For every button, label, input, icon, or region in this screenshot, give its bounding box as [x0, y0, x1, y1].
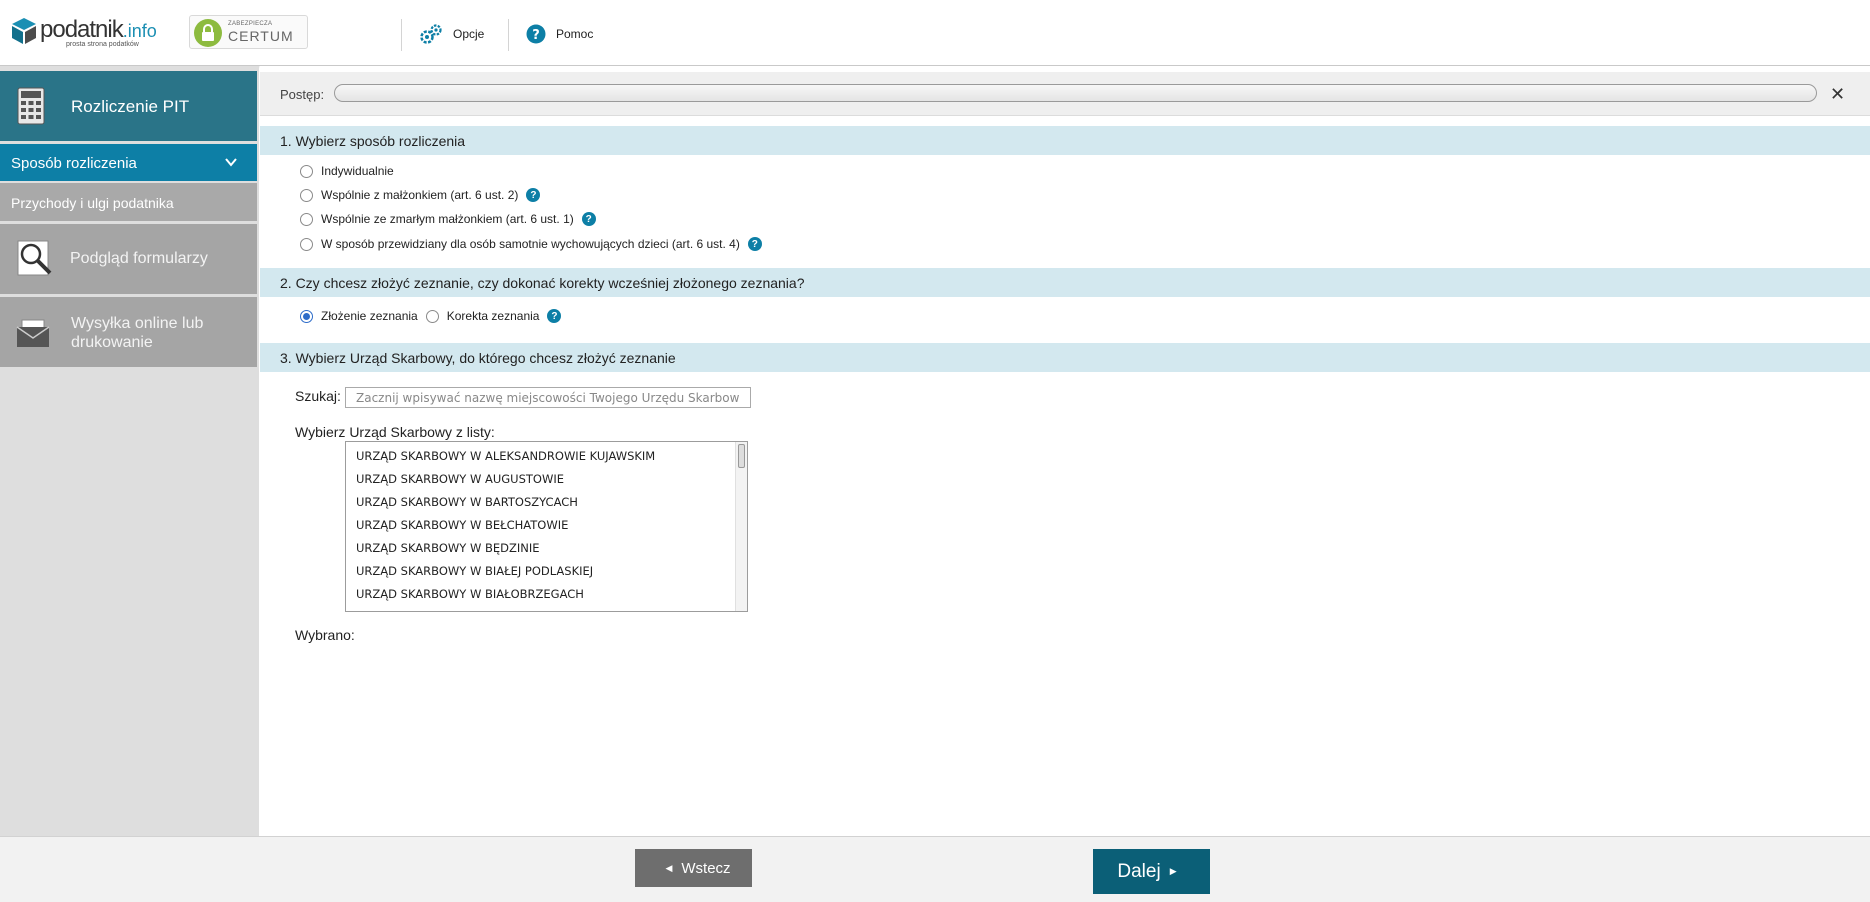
svg-text:?: ? — [532, 28, 540, 43]
help-label: Pomoc — [556, 27, 594, 41]
sidebar-item-send-print[interactable]: Wysyłka online lub drukowanie — [0, 297, 257, 367]
selected-office-label: Wybrano: — [295, 627, 355, 643]
sidebar-item-settlement-method[interactable]: Sposób rozliczenia — [0, 144, 257, 181]
office-list-label: Wybierz Urząd Skarbowy z listy: — [295, 424, 495, 440]
search-label: Szukaj: — [295, 388, 341, 404]
radio-label: Korekta zeznania — [446, 309, 540, 323]
radio-single-parent[interactable]: W sposób przewidziany dla osób samotnie … — [300, 234, 762, 254]
sidebar: Rozliczenie PIT Sposób rozliczenia Przyc… — [0, 66, 259, 836]
list-item[interactable]: URZĄD SKARBOWY W ALEKSANDROWIE KUJAWSKIM — [346, 445, 747, 468]
list-item[interactable]: URZĄD SKARBOWY W BEŁCHATOWIE — [346, 514, 747, 537]
envelope-icon — [16, 319, 50, 347]
help-icon[interactable]: ? — [747, 237, 762, 251]
progress-bar — [334, 84, 1817, 102]
magnifier-icon — [17, 240, 52, 276]
help-icon[interactable]: ? — [547, 309, 562, 323]
radio-filing[interactable] — [300, 309, 313, 323]
sidebar-item-label: Podgląd formularzy — [70, 250, 208, 267]
question-icon: ? — [526, 24, 546, 44]
list-item[interactable]: URZĄD SKARBOWY W BĘDZINIE — [346, 537, 747, 560]
certum-badge: ZABEZPIECZA CERTUM — [189, 15, 308, 49]
caret-right-icon: ▶ — [1169, 866, 1177, 876]
radio-label: Wspólnie ze zmarłym małżonkiem (art. 6 u… — [321, 212, 574, 226]
calculator-icon — [17, 87, 45, 125]
help-button[interactable]: ? Pomoc — [526, 20, 593, 48]
progress-label: Postęp: — [280, 87, 325, 102]
radio-label: W sposób przewidziany dla osób samotnie … — [321, 237, 740, 251]
radio-label: Złożenie zeznania — [321, 309, 418, 323]
filing-type-options: Złożenie zeznania Korekta zeznania ? — [300, 306, 562, 326]
back-button[interactable]: ◀ Wstecz — [635, 849, 752, 887]
sidebar-item-pit[interactable]: Rozliczenie PIT — [0, 71, 257, 141]
sidebar-item-income-reliefs[interactable]: Przychody i ulgi podatnika — [0, 183, 257, 221]
gears-icon — [419, 23, 443, 45]
logo-mark-icon — [12, 18, 36, 44]
options-button[interactable]: Opcje — [419, 20, 484, 48]
close-icon[interactable]: ✕ — [1830, 85, 1845, 103]
logo-text: podatnik.info — [40, 16, 157, 43]
next-label: Dalej — [1117, 860, 1161, 882]
list-item[interactable]: URZĄD SKARBOWY W AUGUSTOWIE — [346, 468, 747, 491]
radio-label: Wspólnie z małżonkiem (art. 6 ust. 2) — [321, 188, 519, 202]
list-item[interactable]: URZĄD SKARBOWY W BIAŁEJ PODLASKIEJ — [346, 560, 747, 583]
listbox-scrollbar[interactable] — [735, 442, 747, 611]
office-search-input[interactable] — [345, 387, 751, 408]
certum-small-text: ZABEZPIECZA — [228, 21, 273, 27]
progress-row: Postęp: ✕ — [260, 72, 1870, 116]
sidebar-item-label: Przychody i ulgi podatnika — [11, 195, 174, 211]
main-content: Postęp: ✕ 1. Wybierz sposób rozliczenia … — [260, 66, 1870, 836]
options-label: Opcje — [453, 27, 485, 41]
header-divider — [401, 19, 402, 51]
logo-tagline: prosta strona podatków — [66, 41, 139, 48]
scrollbar-thumb[interactable] — [738, 444, 745, 468]
help-icon[interactable]: ? — [581, 212, 596, 226]
list-item[interactable]: URZĄD SKARBOWY W BIAŁOBRZEGACH — [346, 583, 747, 606]
certum-brand-text: CERTUM — [228, 28, 294, 44]
podatnik-logo[interactable]: podatnik.info prosta strona podatków — [10, 14, 165, 50]
radio-button[interactable] — [300, 237, 313, 251]
help-icon[interactable]: ? — [526, 188, 541, 202]
sidebar-item-label: Wysyłka online lub drukowanie — [71, 315, 204, 351]
list-item[interactable]: URZĄD SKARBOWY W BARTOSZYCACH — [346, 491, 747, 514]
top-header: podatnik.info prosta strona podatków ZAB… — [0, 0, 1870, 66]
radio-button[interactable] — [300, 212, 313, 226]
radio-button[interactable] — [300, 164, 313, 178]
header-divider — [508, 19, 509, 51]
office-listbox[interactable]: URZĄD SKARBOWY W ALEKSANDROWIE KUJAWSKIM… — [345, 441, 748, 612]
section-header-tax-office: 3. Wybierz Urząd Skarbowy, do którego ch… — [260, 343, 1870, 372]
sidebar-item-label: Rozliczenie PIT — [71, 97, 190, 116]
chevron-down-icon — [225, 158, 237, 167]
lock-icon — [194, 19, 222, 47]
radio-individual[interactable]: Indywidualnie — [300, 161, 394, 181]
radio-label: Indywidualnie — [321, 164, 394, 178]
radio-joint-deceased-spouse[interactable]: Wspólnie ze zmarłym małżonkiem (art. 6 u… — [300, 209, 596, 229]
radio-correction[interactable] — [425, 309, 439, 323]
sidebar-item-form-preview[interactable]: Podgląd formularzy — [0, 224, 257, 294]
back-label: Wstecz — [681, 859, 731, 877]
radio-button[interactable] — [300, 188, 313, 202]
footer-nav: ◀ Wstecz Dalej ▶ — [0, 836, 1870, 902]
caret-left-icon: ◀ — [665, 862, 673, 873]
section-header-settlement: 1. Wybierz sposób rozliczenia — [260, 126, 1870, 155]
radio-joint-spouse[interactable]: Wspólnie z małżonkiem (art. 6 ust. 2) ? — [300, 185, 541, 205]
sidebar-item-label: Sposób rozliczenia — [11, 155, 137, 172]
next-button[interactable]: Dalej ▶ — [1093, 849, 1210, 894]
section-header-filing-type: 2. Czy chcesz złożyć zeznanie, czy dokon… — [260, 268, 1870, 297]
